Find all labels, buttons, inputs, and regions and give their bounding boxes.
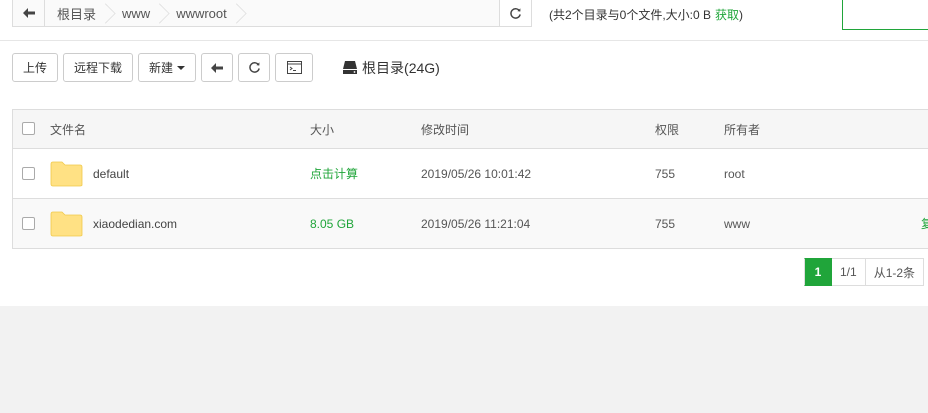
header-size[interactable]: 大小 (310, 110, 334, 148)
table-row[interactable]: xiaodedian.com 8.05 GB 2019/05/26 11:21:… (13, 198, 928, 248)
breadcrumb-root[interactable]: 根目录 (45, 0, 110, 26)
get-size-link[interactable]: 获取 (715, 8, 739, 22)
page-button-current[interactable]: 1 (804, 258, 832, 286)
folder-icon (50, 211, 83, 237)
new-dropdown-button[interactable]: 新建 (138, 53, 197, 82)
page-range: 从1-2条 (865, 258, 925, 286)
terminal-button[interactable] (275, 53, 314, 82)
header-mtime[interactable]: 修改时间 (421, 110, 469, 148)
arrow-left-icon (22, 8, 35, 18)
directory-summary: (共2个目录与0个文件,大小:0 B 获取) (549, 8, 744, 22)
refresh-icon (248, 62, 260, 73)
header-owner: 所有者 (724, 122, 761, 137)
path-refresh-button[interactable] (499, 0, 531, 26)
refresh-button[interactable] (238, 53, 271, 82)
arrow-left-icon (211, 62, 224, 73)
search-input[interactable] (842, 0, 928, 30)
upload-button[interactable]: 上传 (12, 53, 59, 82)
table-row[interactable]: default 点击计算 2019/05/26 10:01:42 755 roo… (13, 148, 928, 198)
folder-icon (50, 161, 83, 187)
page-count: 1/1 (832, 258, 866, 286)
disk-selector[interactable]: 根目录(24G) (343, 58, 440, 78)
back-button[interactable] (201, 53, 234, 82)
remote-download-button[interactable]: 远程下载 (63, 53, 134, 82)
file-table: 文件名 大小 修改时间 权限 所有者 default 点击计算 2019/05/… (12, 109, 928, 249)
row-size: 8.05 GB (310, 216, 355, 231)
caret-down-icon (177, 65, 186, 70)
refresh-icon (510, 7, 521, 19)
row-mtime: 2019/05/26 10:01:42 (421, 166, 532, 181)
file-manager-panel: 根目录 www wwwroot (共2个目录与0个文件,大小:0 B 获取) 上传… (0, 0, 928, 306)
row-mtime: 2019/05/26 11:21:04 (421, 216, 531, 231)
file-name-link[interactable]: xiaodedian.com (93, 217, 177, 231)
row-checkbox[interactable] (22, 166, 35, 180)
row-owner[interactable]: www (724, 199, 750, 248)
row-perm[interactable]: 755 (655, 199, 675, 248)
header-name[interactable]: 文件名 (50, 110, 86, 148)
select-all-checkbox[interactable] (22, 122, 35, 135)
hard-drive-icon (343, 61, 358, 74)
copy-action-link[interactable]: 复 (921, 199, 928, 248)
table-header: 文件名 大小 修改时间 权限 所有者 (13, 110, 928, 148)
row-checkbox[interactable] (22, 216, 35, 230)
breadcrumb-www[interactable]: www (110, 0, 164, 26)
calc-size-link[interactable]: 点击计算 (310, 149, 358, 198)
pagination: 1 1/1 从1-2条 (804, 258, 925, 286)
row-owner[interactable]: root (724, 149, 745, 198)
divider (0, 40, 928, 41)
row-perm[interactable]: 755 (655, 149, 675, 198)
breadcrumb-wwwroot[interactable]: wwwroot (164, 0, 241, 26)
file-name-link[interactable]: default (93, 167, 129, 181)
path-bar: 根目录 www wwwroot (12, 0, 532, 27)
path-back-button[interactable] (13, 0, 45, 26)
toolbar: 上传 远程下载 新建 根目录(24G) (12, 53, 440, 82)
terminal-icon (286, 61, 302, 74)
header-perm: 权限 (655, 122, 680, 137)
